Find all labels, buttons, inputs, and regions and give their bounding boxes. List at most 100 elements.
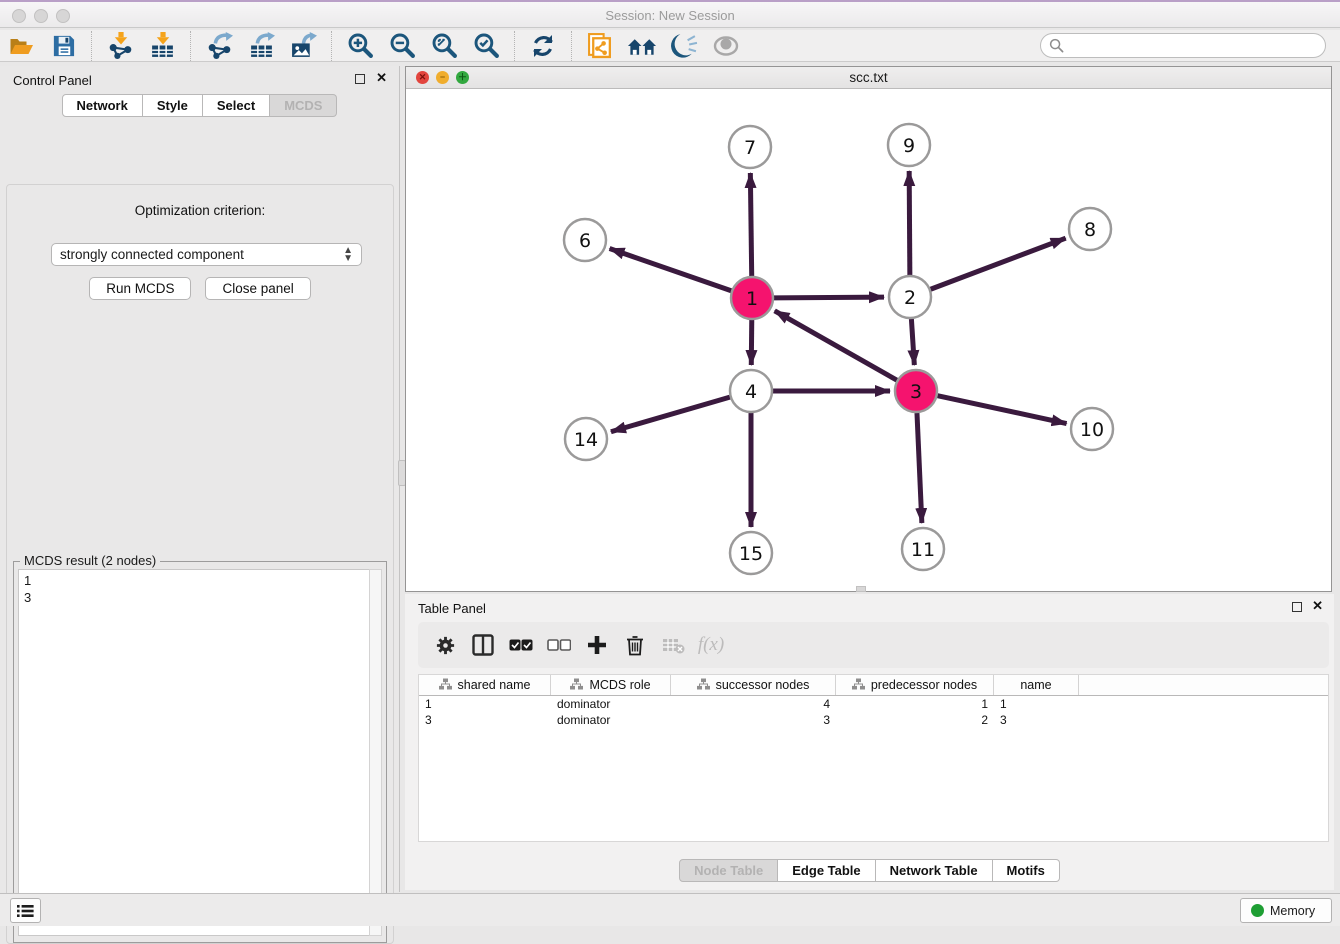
graph-edge-2-9[interactable] [909,171,910,275]
close-panel-button[interactable]: Close panel [205,277,310,300]
table-tab-motifs[interactable]: Motifs [993,859,1060,882]
import-table-icon[interactable] [147,32,177,60]
graph-node-8[interactable]: 8 [1069,208,1111,250]
result-scrollbar[interactable] [369,569,382,936]
column-hierarchy-icon [697,678,710,693]
tab-mcds[interactable]: MCDS [270,94,337,117]
graph-edge-3-10[interactable] [938,396,1067,424]
table-cell[interactable]: 3 [671,712,836,728]
column-header-shared-name[interactable]: shared name [419,675,551,695]
graph-node-14[interactable]: 14 [565,418,607,460]
column-header-name[interactable]: name [994,675,1079,695]
first-neighbors-icon[interactable] [627,32,657,60]
search-input[interactable] [1069,36,1325,56]
svg-text:7: 7 [744,137,756,159]
graph-node-10[interactable]: 10 [1071,408,1113,450]
svg-text:14: 14 [574,429,598,451]
table-tab-edge-table[interactable]: Edge Table [778,859,875,882]
zoom-fit-icon[interactable] [429,32,459,60]
graph-edge-3-11[interactable] [917,413,922,523]
run-mcds-button[interactable]: Run MCDS [89,277,191,300]
tab-select[interactable]: Select [203,94,270,117]
control-panel-header: Control Panel ✕ [0,66,399,94]
table-cell[interactable]: 2 [836,712,994,728]
network-canvas[interactable]: 7 9 6 8 1 2 4 3 14 10 15 11 [406,89,1331,591]
table-cell[interactable]: 1 [836,696,994,712]
zoom-in-icon[interactable] [345,32,375,60]
export-network-icon[interactable] [204,32,234,60]
table-tab-node-table[interactable]: Node Table [679,859,778,882]
graph-node-11[interactable]: 11 [902,528,944,570]
delete-column-trash-icon[interactable] [618,629,652,661]
graph-edge-2-8[interactable] [931,238,1066,289]
graph-edge-4-14[interactable] [611,397,730,432]
search-box[interactable] [1040,33,1326,58]
graph-edge-1-2[interactable] [774,297,884,298]
graph-edge-1-7[interactable] [750,173,751,276]
close-panel-icon[interactable]: ✕ [376,71,387,85]
graph-node-15[interactable]: 15 [730,532,772,574]
float-table-panel-icon[interactable] [1292,602,1302,612]
view-table-splitter-handle[interactable] [856,586,866,592]
show-columns-icon[interactable] [466,629,500,661]
main-toolbar [0,30,1340,62]
save-session-icon[interactable] [48,32,78,60]
table-settings-gear-icon[interactable] [428,629,462,661]
table-tab-network-table[interactable]: Network Table [876,859,993,882]
show-all-icon[interactable] [711,32,741,60]
table-toolbar: f(x) [418,622,1329,668]
export-table-icon[interactable] [246,32,276,60]
float-panel-icon[interactable] [355,74,365,84]
tab-style[interactable]: Style [143,94,203,117]
network-view-titlebar[interactable]: ✕ − ＋ scc.txt [406,67,1331,89]
table-cell[interactable]: dominator [551,696,671,712]
table-cell[interactable]: 3 [994,712,1079,728]
table-cell[interactable]: dominator [551,712,671,728]
show-panels-list-button[interactable] [10,898,41,923]
graph-node-9[interactable]: 9 [888,124,930,166]
select-stepper-icon: ▲▼ [343,247,353,263]
graph-node-1[interactable]: 1 [731,277,773,319]
hide-selected-icon[interactable] [669,32,699,60]
mcds-result-text[interactable]: 1 3 [18,569,382,936]
table-cell[interactable]: 4 [671,696,836,712]
table-panel: Table Panel ✕ f(x) shared nameMCDS roles… [405,594,1334,890]
table-tabs: Node TableEdge TableNetwork TableMotifs [405,859,1334,882]
import-network-icon[interactable] [105,32,135,60]
graph-edge-2-3[interactable] [911,319,914,365]
graph-node-7[interactable]: 7 [729,126,771,168]
graph-node-4[interactable]: 4 [730,370,772,412]
criterion-value: strongly connected component [60,247,244,262]
memory-label: Memory [1270,904,1315,918]
zoom-out-icon[interactable] [387,32,417,60]
export-image-icon[interactable] [288,32,318,60]
deselect-all-columns-icon[interactable] [542,629,576,661]
table-cell[interactable]: 1 [419,696,551,712]
close-table-panel-icon[interactable]: ✕ [1312,599,1323,613]
create-column-plus-icon[interactable] [580,629,614,661]
column-header-predecessor-nodes[interactable]: predecessor nodes [836,675,994,695]
apply-layout-icon[interactable] [528,32,558,60]
criterion-select[interactable]: strongly connected component ▲▼ [51,243,362,266]
memory-button[interactable]: Memory [1240,898,1332,923]
table-row[interactable]: 1dominator411 [419,696,1328,712]
control-panel: Control Panel ✕ NetworkStyleSelectMCDS O… [0,66,400,892]
new-network-from-selection-icon[interactable] [585,32,615,60]
graph-node-6[interactable]: 6 [564,219,606,261]
select-all-columns-icon[interactable] [504,629,538,661]
open-file-icon[interactable] [6,32,36,60]
graph-node-2[interactable]: 2 [889,276,931,318]
svg-text:6: 6 [579,230,591,252]
column-header-successor-nodes[interactable]: successor nodes [671,675,836,695]
table-cell[interactable]: 1 [994,696,1079,712]
function-builder-icon: f(x) [694,629,728,661]
graph-edge-3-1[interactable] [775,311,897,380]
column-header-MCDS-role[interactable]: MCDS role [551,675,671,695]
table-row[interactable]: 3dominator323 [419,712,1328,728]
graph-node-3[interactable]: 3 [895,370,937,412]
zoom-selected-icon[interactable] [471,32,501,60]
tab-network[interactable]: Network [62,94,143,117]
table-cell[interactable]: 3 [419,712,551,728]
node-table: shared nameMCDS rolesuccessor nodesprede… [418,674,1329,842]
graph-edge-1-6[interactable] [610,249,732,291]
